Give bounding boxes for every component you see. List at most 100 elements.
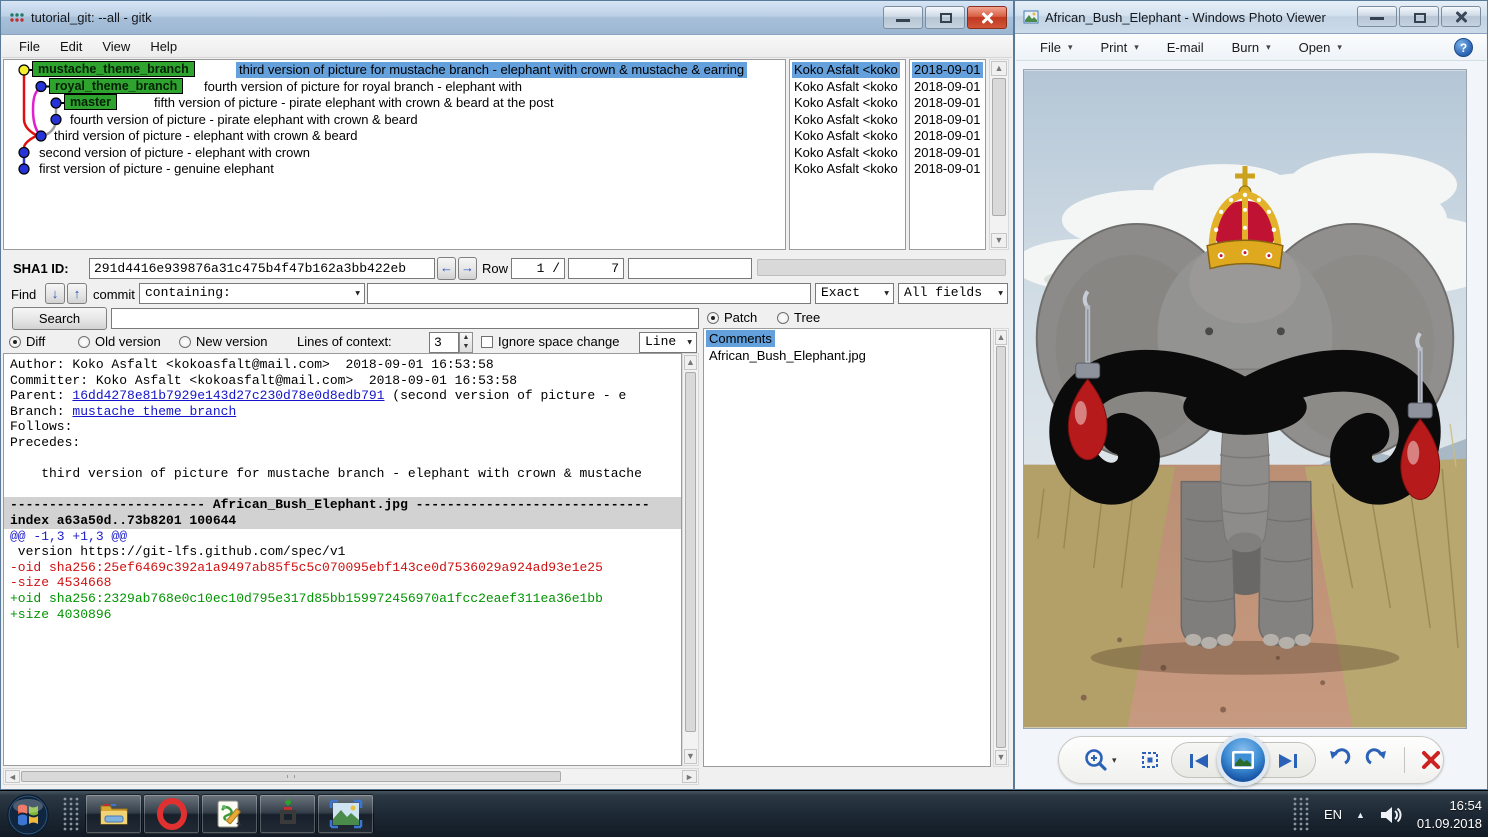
commit-date[interactable]: 2018-09-01 — [914, 145, 981, 161]
volume-icon[interactable] — [1379, 804, 1403, 826]
commit-date[interactable]: 2018-09-01 — [914, 161, 981, 177]
scrollbar-thumb[interactable] — [21, 771, 561, 782]
diff-radio[interactable] — [9, 336, 21, 348]
scrollbar-thumb[interactable] — [992, 78, 1006, 216]
show-hidden-icons-button[interactable]: ▲ — [1356, 810, 1365, 820]
new-version-radio[interactable] — [179, 336, 191, 348]
pv-menu-file[interactable]: File ▾ — [1030, 37, 1082, 58]
diff-pane[interactable]: Author: Koko Asfalt <kokoasfalt@mail.com… — [3, 353, 682, 766]
photo-viewer-titlebar[interactable]: African_Bush_Elephant - Windows Photo Vi… — [1015, 1, 1487, 34]
taskbar-grip-icon[interactable] — [62, 795, 80, 835]
gitk-menu-file[interactable]: File — [10, 37, 49, 56]
context-spinner[interactable]: ▲ ▼ — [459, 332, 473, 353]
file-list-item[interactable]: African_Bush_Elephant.jpg — [706, 347, 869, 364]
minimize-button[interactable] — [883, 6, 923, 29]
commit-author[interactable]: Koko Asfalt <koko — [794, 161, 898, 177]
scroll-up-icon[interactable]: ▲ — [684, 355, 697, 370]
commit-dot[interactable] — [18, 64, 30, 76]
search-button[interactable]: Search — [12, 307, 107, 330]
commit-date[interactable]: 2018-09-01 — [914, 95, 981, 111]
close-button[interactable] — [1441, 6, 1481, 27]
sha1-input[interactable] — [89, 258, 435, 279]
commit-dot[interactable] — [18, 146, 30, 159]
file-list-scrollbar[interactable]: ▲ ▼ — [993, 328, 1009, 767]
ignore-space-checkbox[interactable] — [481, 336, 493, 348]
commit-author[interactable]: Koko Asfalt <koko — [794, 95, 898, 111]
scrollbar-thumb[interactable] — [685, 372, 696, 732]
find-prev-button[interactable]: ↑ — [67, 283, 87, 304]
pv-menu-print[interactable]: Print ▾ — [1090, 37, 1148, 58]
find-fields-dropdown[interactable]: All fields ▼ — [898, 283, 1008, 304]
commit-author[interactable]: Koko Asfalt <koko — [794, 79, 898, 95]
file-list-item[interactable]: Comments — [706, 330, 775, 347]
scroll-up-icon[interactable]: ▲ — [995, 330, 1007, 345]
previous-button[interactable] — [1186, 749, 1212, 778]
help-icon[interactable]: ? — [1454, 38, 1473, 57]
language-indicator[interactable]: EN — [1324, 807, 1342, 822]
taskbar-button-explorer[interactable] — [85, 794, 142, 834]
commit-dot[interactable] — [35, 130, 47, 142]
commit-dot[interactable] — [35, 80, 47, 93]
commit-author[interactable]: Koko Asfalt <koko — [794, 145, 898, 161]
commit-dot[interactable] — [18, 163, 30, 175]
scroll-up-icon[interactable]: ▲ — [991, 61, 1007, 76]
minimize-button[interactable] — [1357, 6, 1397, 27]
commit-link[interactable]: 16dd4278e81b7929e143d27c230d78e0d8edb791 — [72, 388, 384, 403]
pv-menu-burn[interactable]: Burn ▾ — [1222, 37, 1281, 58]
clock[interactable]: 16:54 01.09.2018 — [1417, 797, 1482, 833]
row-total-field[interactable] — [568, 258, 624, 279]
file-list[interactable]: Comments African_Bush_Elephant.jpg — [703, 328, 991, 767]
tray-grip-icon[interactable] — [1292, 795, 1310, 835]
row-current-field[interactable] — [511, 258, 565, 279]
commit-link[interactable]: mustache_theme_branch — [72, 404, 236, 419]
commit-dot[interactable] — [50, 97, 62, 109]
diff-scrollbar[interactable]: ▲ ▼ — [682, 353, 699, 766]
maximize-button[interactable] — [1399, 6, 1439, 27]
close-button[interactable] — [967, 6, 1007, 29]
pv-menu-e-mail[interactable]: E-mail — [1157, 37, 1214, 58]
taskbar-button-editor[interactable] — [201, 794, 258, 834]
search-input[interactable] — [111, 308, 699, 329]
delete-button[interactable] — [1419, 748, 1443, 772]
line-mode-dropdown[interactable]: Line ▼ — [639, 332, 697, 353]
gitk-menu-view[interactable]: View — [93, 37, 139, 56]
actual-size-button[interactable] — [1139, 749, 1161, 771]
gitk-menu-edit[interactable]: Edit — [51, 37, 91, 56]
find-type-dropdown[interactable]: containing: ▼ — [139, 283, 365, 304]
scroll-down-icon[interactable]: ▼ — [995, 750, 1007, 765]
maximize-button[interactable] — [925, 6, 965, 29]
scroll-left-icon[interactable]: ◄ — [5, 770, 20, 783]
old-version-radio[interactable] — [78, 336, 90, 348]
find-match-dropdown[interactable]: Exact ▼ — [815, 283, 894, 304]
find-input[interactable] — [367, 283, 811, 304]
commit-date[interactable]: 2018-09-01 — [914, 128, 981, 144]
commit-author[interactable]: Koko Asfalt <koko — [794, 128, 898, 144]
sha-back-button[interactable]: ← — [437, 257, 456, 280]
diff-horizontal-scrollbar[interactable]: ◄ ► — [3, 768, 699, 785]
row-extra-field[interactable] — [628, 258, 752, 279]
commit-list-scrollbar[interactable]: ▲ ▼ — [989, 59, 1009, 250]
gitk-titlebar[interactable]: tutorial_git: --all - gitk — [1, 1, 1013, 35]
commit-author[interactable]: Koko Asfalt <koko — [794, 112, 898, 128]
commit-subject[interactable]: second version of picture - elephant wit… — [39, 145, 310, 161]
find-next-button[interactable]: ↓ — [45, 283, 65, 304]
spin-down-icon[interactable]: ▼ — [463, 343, 470, 350]
sha-scrollbar[interactable] — [757, 259, 1006, 276]
taskbar-button-opera[interactable] — [143, 794, 200, 834]
commit-subject[interactable]: third version of picture - elephant with… — [54, 128, 358, 144]
sha-forward-button[interactable]: → — [458, 257, 477, 280]
branch-label[interactable]: royal_theme_branch — [49, 77, 184, 94]
commit-subject[interactable]: fourth version of picture - pirate eleph… — [70, 112, 418, 128]
commit-subject[interactable]: first version of picture - genuine eleph… — [39, 161, 274, 177]
pv-menu-open[interactable]: Open ▾ — [1289, 37, 1352, 58]
branch-label[interactable]: mustache_theme_branch — [32, 61, 195, 77]
spin-up-icon[interactable]: ▲ — [463, 334, 470, 341]
zoom-button[interactable]: ▾ — [1083, 747, 1117, 773]
gitk-menu-help[interactable]: Help — [141, 37, 186, 56]
commit-date-column[interactable]: 2018-09-01 2018-09-01 2018-09-01 2018-09-01… — [909, 59, 986, 250]
commit-subject[interactable]: third version of picture for mustache br… — [236, 62, 748, 78]
scroll-down-icon[interactable]: ▼ — [991, 233, 1007, 248]
commit-date[interactable]: 2018-09-01 — [914, 112, 981, 128]
context-lines-input[interactable] — [429, 332, 459, 353]
branch-label[interactable]: master — [64, 94, 117, 110]
